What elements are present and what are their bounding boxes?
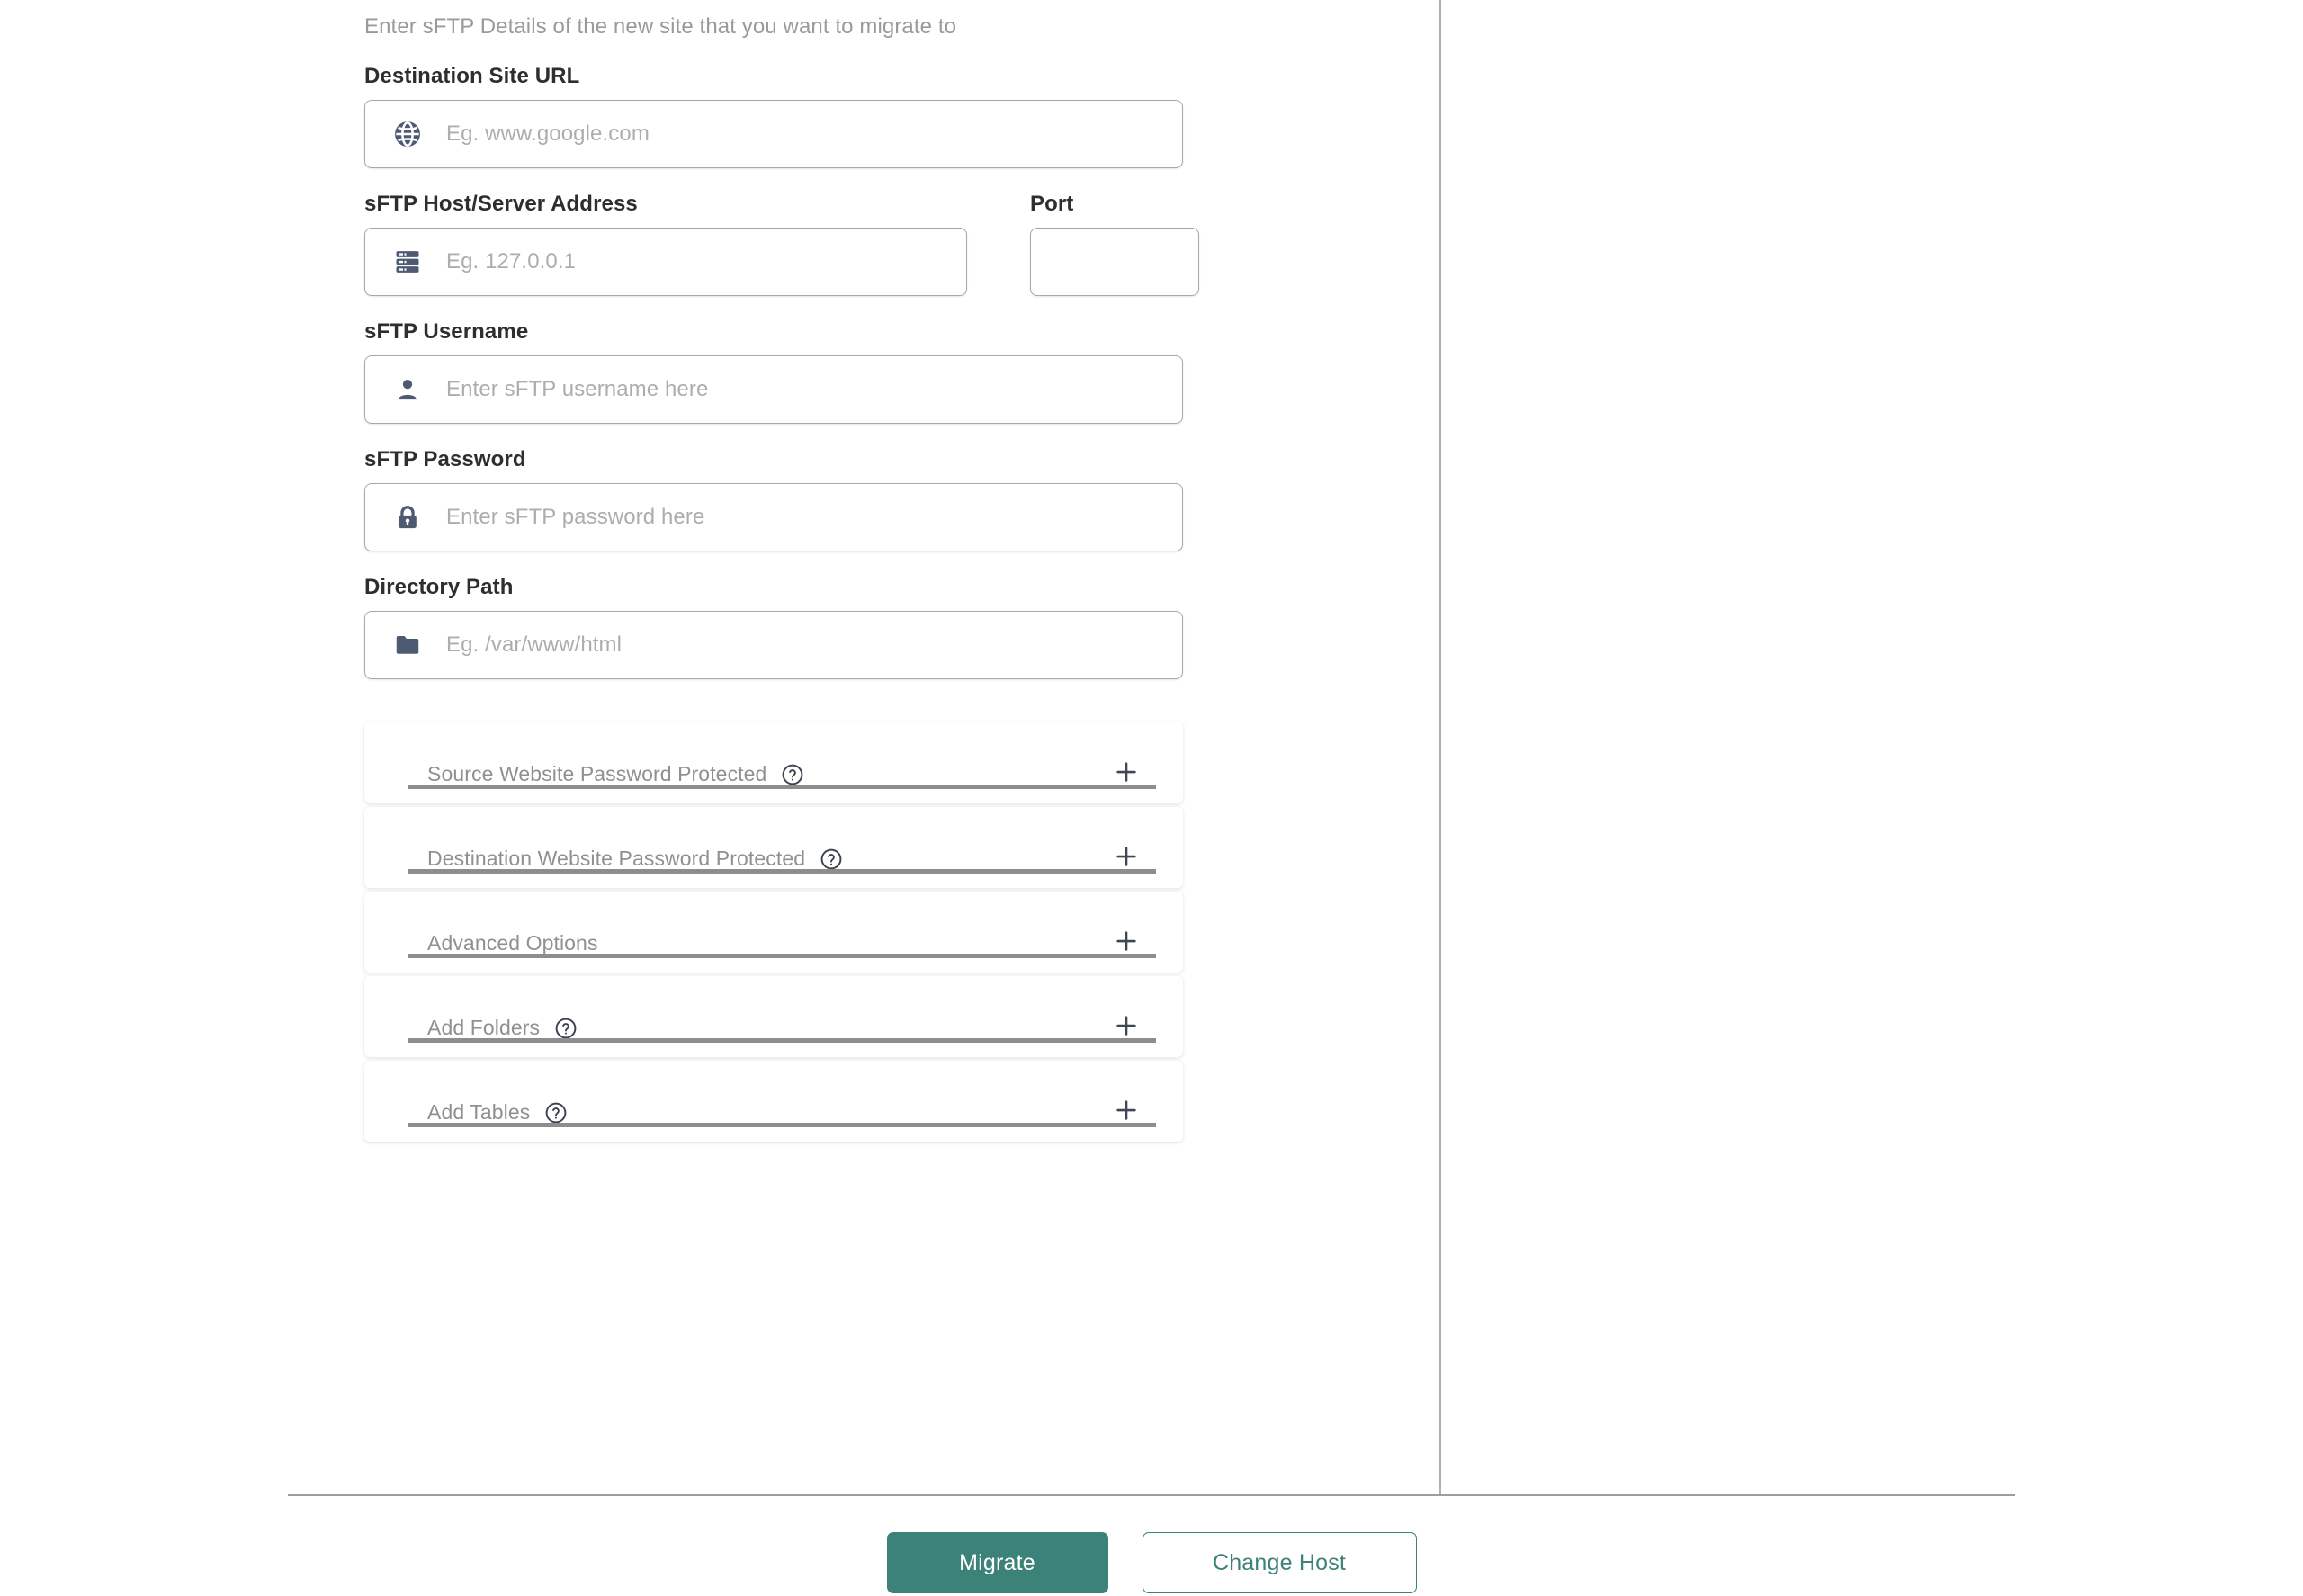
change-host-button[interactable]: Change Host — [1142, 1532, 1417, 1593]
port-label: Port — [1030, 191, 1074, 216]
accordion-underline — [408, 1122, 1156, 1127]
sftp-password-label: sFTP Password — [364, 446, 526, 471]
accordion-source-website-password-protected[interactable]: Source Website Password Protected — [364, 722, 1183, 803]
help-circle-icon[interactable] — [554, 1017, 578, 1040]
accordion-label: Advanced Options — [427, 930, 598, 955]
accordion-label: Add Tables — [427, 1099, 531, 1124]
accordion-destination-website-password-protected[interactable]: Destination Website Password Protected — [364, 806, 1183, 888]
server-icon — [392, 247, 423, 277]
help-circle-icon[interactable] — [544, 1101, 568, 1125]
accordion-label: Destination Website Password Protected — [427, 846, 806, 870]
sftp-host-group: sFTP Host/Server Address Eg. 127.0.0.1 — [364, 168, 967, 296]
expand-plus-icon[interactable] — [1113, 1097, 1140, 1124]
lock-icon — [392, 502, 423, 533]
directory-path-placeholder: Eg. /var/www/html — [446, 632, 623, 657]
expand-plus-icon[interactable] — [1113, 758, 1140, 785]
help-circle-icon[interactable] — [781, 763, 804, 786]
column-divider — [1439, 0, 1441, 1495]
sftp-host-label: sFTP Host/Server Address — [364, 191, 638, 216]
accordion-add-folders[interactable]: Add Folders — [364, 975, 1183, 1057]
destination-site-url-placeholder: Eg. www.google.com — [446, 121, 650, 146]
accordion-underline — [408, 953, 1156, 958]
sftp-username-label: sFTP Username — [364, 318, 529, 344]
sftp-password-placeholder: Enter sFTP password here — [446, 504, 705, 529]
accordion-underline — [408, 1037, 1156, 1043]
expand-plus-icon[interactable] — [1113, 928, 1140, 955]
user-icon — [392, 374, 423, 405]
accordion-underline — [408, 868, 1156, 874]
migrate-button[interactable]: Migrate — [886, 1532, 1108, 1593]
destination-site-url-input[interactable]: Eg. www.google.com — [364, 99, 1183, 168]
sftp-username-placeholder: Enter sFTP username here — [446, 376, 709, 401]
expand-plus-icon[interactable] — [1113, 843, 1140, 870]
accordion-label: Add Folders — [427, 1015, 541, 1039]
sftp-username-input[interactable]: Enter sFTP username here — [364, 354, 1183, 424]
sftp-details-form: Enter sFTP Details of the new site that … — [364, 0, 1199, 1145]
globe-icon — [392, 119, 423, 149]
footer-divider — [288, 1494, 2015, 1496]
help-circle-icon[interactable] — [820, 847, 843, 871]
expand-plus-icon[interactable] — [1113, 1012, 1140, 1039]
sftp-password-input[interactable]: Enter sFTP password here — [364, 482, 1183, 551]
destination-site-url-label: Destination Site URL — [364, 63, 580, 88]
form-intro-text: Enter sFTP Details of the new site that … — [364, 14, 957, 39]
directory-path-label: Directory Path — [364, 574, 514, 599]
folder-icon — [392, 630, 423, 660]
accordion-advanced-options[interactable]: Advanced Options — [364, 891, 1183, 973]
accordion-label: Source Website Password Protected — [427, 761, 767, 785]
sftp-host-placeholder: Eg. 127.0.0.1 — [446, 248, 577, 273]
port-group: Port — [1030, 168, 1199, 296]
migration-sftp-form-page: Enter sFTP Details of the new site that … — [0, 0, 2303, 1596]
directory-path-input[interactable]: Eg. /var/www/html — [364, 610, 1183, 679]
accordion-underline — [408, 784, 1156, 789]
accordion-add-tables[interactable]: Add Tables — [364, 1060, 1183, 1142]
sftp-host-input[interactable]: Eg. 127.0.0.1 — [364, 227, 967, 296]
host-port-row: sFTP Host/Server Address Eg. 127.0.0.1 P… — [364, 168, 1199, 296]
form-action-buttons: Migrate Change Host — [0, 1532, 2303, 1593]
port-input[interactable] — [1030, 227, 1199, 296]
options-accordion-list: Source Website Password Protected Destin… — [364, 722, 1183, 1142]
